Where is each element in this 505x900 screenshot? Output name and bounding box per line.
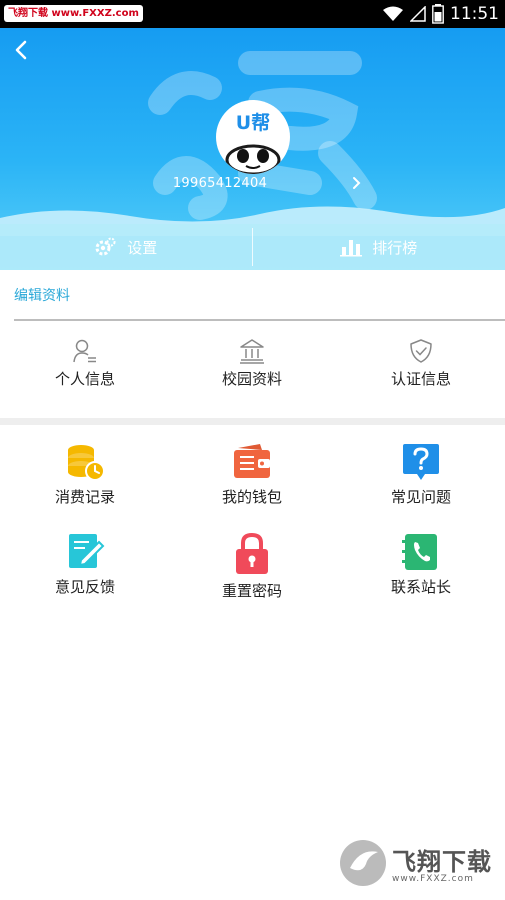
profile-header: U帮 19965412404 设置 排行榜: [0, 28, 505, 270]
bar-chart-icon: [340, 240, 363, 257]
phone-number[interactable]: 19965412404: [150, 176, 290, 191]
contact-admin-label: 联系站长: [390, 578, 451, 596]
gear-icon: [95, 237, 116, 256]
campus-info-item[interactable]: 校园资料: [192, 338, 312, 389]
verification-info-item[interactable]: 认证信息: [361, 338, 481, 389]
personal-info-label: 个人信息: [54, 370, 115, 388]
shield-check-icon: [410, 339, 432, 363]
mascot-icon: [225, 144, 281, 174]
section-title-edit-profile: 编辑资料: [14, 288, 70, 304]
coins-clock-icon: [68, 445, 105, 481]
quick-action-bar: 设置 排行榜: [0, 224, 505, 270]
phone-book-icon: [402, 534, 437, 570]
wallet-icon: [234, 444, 270, 478]
avatar[interactable]: U帮: [216, 100, 290, 174]
feedback-item[interactable]: 意见反馈: [25, 532, 145, 597]
consumption-record-item[interactable]: 消费记录: [25, 442, 145, 507]
signal-icon: [410, 6, 426, 22]
reset-password-item[interactable]: 重置密码: [192, 532, 312, 601]
ranking-label: 排行榜: [372, 238, 418, 257]
reset-password-label: 重置密码: [221, 582, 282, 600]
building-icon: [240, 339, 264, 364]
feedback-label: 意见反馈: [54, 578, 115, 596]
question-icon: [403, 444, 439, 480]
verification-info-label: 认证信息: [390, 370, 451, 388]
personal-info-item[interactable]: 个人信息: [25, 338, 145, 389]
menu-row-1: 消费记录 我的钱包 常见问题: [0, 442, 505, 512]
edit-profile-row: 个人信息 校园资料 认证信息: [0, 338, 505, 398]
lock-icon: [236, 532, 268, 574]
watermark-logo: 飞翔下载 www.FXXZ.com: [338, 838, 498, 890]
ranking-button[interactable]: 排行榜: [253, 224, 505, 270]
watermark-url: www.FXXZ.com: [392, 874, 474, 884]
contact-admin-item[interactable]: 联系站长: [361, 532, 481, 597]
settings-label: 设置: [127, 238, 158, 257]
consumption-record-label: 消费记录: [54, 488, 115, 506]
person-icon: [73, 339, 96, 363]
menu-row-2: 意见反馈 重置密码 联系站长: [0, 532, 505, 602]
battery-icon: [432, 4, 444, 24]
faq-label: 常见问题: [390, 488, 451, 506]
fxxz-logo-icon: [340, 840, 386, 886]
status-bar: 飞翔下载 www.FXXZ.com 11:51: [0, 0, 505, 28]
status-icons: 11:51: [382, 0, 499, 28]
settings-button[interactable]: 设置: [0, 224, 253, 270]
back-button[interactable]: [8, 36, 36, 64]
clock: 11:51: [450, 4, 499, 24]
campus-info-label: 校园资料: [221, 370, 282, 388]
feedback-pen-icon: [69, 534, 105, 568]
divider: [252, 228, 253, 266]
my-wallet-item[interactable]: 我的钱包: [192, 442, 312, 507]
my-wallet-label: 我的钱包: [221, 488, 282, 506]
wifi-icon: [383, 6, 403, 21]
watermark-badge: 飞翔下载 www.FXXZ.com: [4, 5, 143, 22]
divider: [14, 319, 505, 321]
watermark-title: 飞翔下载: [392, 848, 492, 876]
faq-item[interactable]: 常见问题: [361, 442, 481, 507]
section-separator: [0, 418, 505, 425]
chevron-right-icon[interactable]: [350, 174, 364, 192]
